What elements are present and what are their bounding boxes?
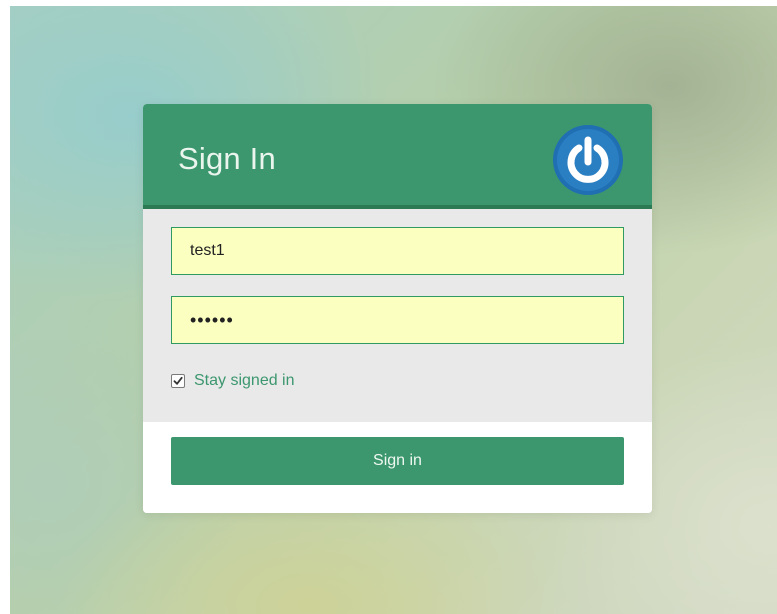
credentials-form: Stay signed in [143, 209, 652, 422]
panel-header: Sign In [143, 104, 652, 209]
page-background: Sign In Stay signed in Sign in [10, 6, 777, 614]
username-input[interactable] [171, 227, 624, 275]
power-icon [553, 125, 623, 195]
stay-signed-in-label[interactable]: Stay signed in [194, 372, 295, 390]
password-input[interactable] [171, 296, 624, 344]
stay-signed-in-row[interactable]: Stay signed in [171, 372, 295, 390]
page-title: Sign In [178, 141, 276, 176]
action-area: Sign in [143, 422, 652, 513]
sign-in-panel: Sign In Stay signed in Sign in [143, 104, 652, 513]
sign-in-button[interactable]: Sign in [171, 437, 624, 485]
stay-signed-in-checkbox[interactable] [171, 374, 185, 388]
checkmark-icon [173, 376, 183, 385]
